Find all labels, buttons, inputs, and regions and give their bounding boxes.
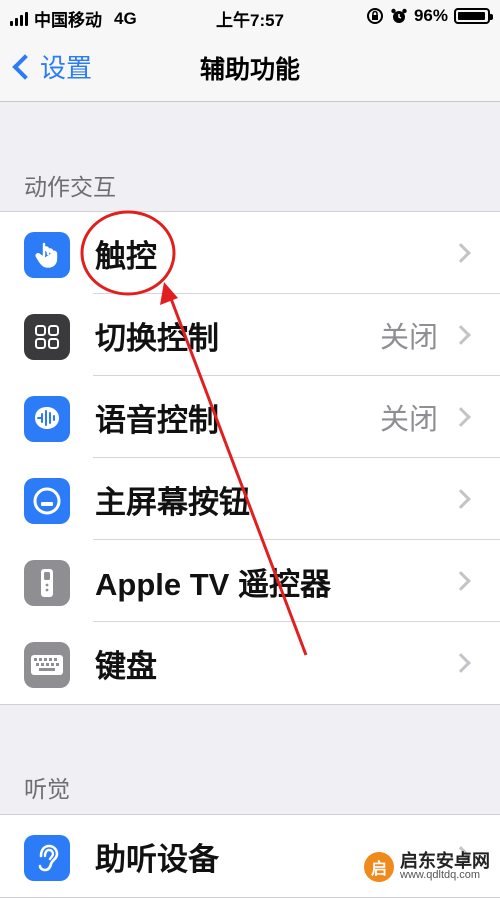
- row-label: 键盘: [95, 648, 157, 684]
- chevron-right-icon: [451, 653, 471, 673]
- rotation-lock-icon: [366, 8, 383, 24]
- row-value: 关闭: [379, 322, 438, 354]
- battery-percent: 96%: [413, 6, 448, 25]
- row-label: 语音控制: [95, 402, 219, 438]
- keyboard-icon: [24, 642, 70, 688]
- tv-remote-icon: [24, 560, 70, 606]
- watermark: 启 启东安卓网 www.qdltdq.com: [364, 850, 490, 882]
- voice-control-icon: [24, 396, 70, 442]
- row-label: 主屏幕按钮: [95, 484, 250, 520]
- row-value: 关闭: [379, 404, 438, 436]
- row-switch-control[interactable]: 切换控制 关闭: [0, 294, 500, 376]
- chevron-right-icon: [451, 407, 471, 427]
- navigation-bar: 设置 辅助功能: [0, 36, 500, 102]
- battery-icon: [454, 8, 493, 24]
- battery-fill: [458, 12, 485, 20]
- row-label: 触控: [95, 238, 157, 274]
- switch-grid-icon: [24, 314, 70, 360]
- alarm-icon: [391, 8, 407, 23]
- row-label: 助听设备: [95, 841, 219, 877]
- watermark-url: www.qdltdq.com: [400, 869, 481, 882]
- status-right: 96%: [366, 6, 493, 26]
- chevron-right-icon: [451, 571, 471, 591]
- ear-icon: [24, 835, 70, 881]
- watermark-name: 启东安卓网: [400, 850, 490, 871]
- section-header-interaction: 动作交互: [24, 174, 116, 200]
- row-apple-tv-remote[interactable]: Apple TV 遥控器: [0, 540, 500, 622]
- page-title: 辅助功能: [199, 56, 300, 84]
- hand-touch-icon: [24, 232, 70, 278]
- watermark-logo: 启: [364, 851, 394, 882]
- home-button-icon: [24, 478, 70, 524]
- status-bar: 中国移动 4G 上午7:57 96%: [0, 0, 500, 36]
- chevron-right-icon: [451, 489, 471, 509]
- row-label: 切换控制: [95, 320, 219, 356]
- interaction-group: 触控 切换控制 关闭 语音控制 关闭 主屏幕按钮 Apple TV 遥控器 键盘: [0, 211, 500, 705]
- row-voice-control[interactable]: 语音控制 关闭: [0, 376, 500, 458]
- chevron-right-icon: [451, 325, 471, 345]
- chevron-right-icon: [451, 243, 471, 263]
- watermark-text: 启东安卓网 www.qdltdq.com: [400, 850, 490, 882]
- row-touch[interactable]: 触控: [0, 212, 500, 294]
- row-label: Apple TV 遥控器: [95, 566, 331, 602]
- row-keyboard[interactable]: 键盘: [0, 622, 500, 704]
- row-home-button[interactable]: 主屏幕按钮: [0, 458, 500, 540]
- section-header-hearing: 听觉: [24, 776, 70, 802]
